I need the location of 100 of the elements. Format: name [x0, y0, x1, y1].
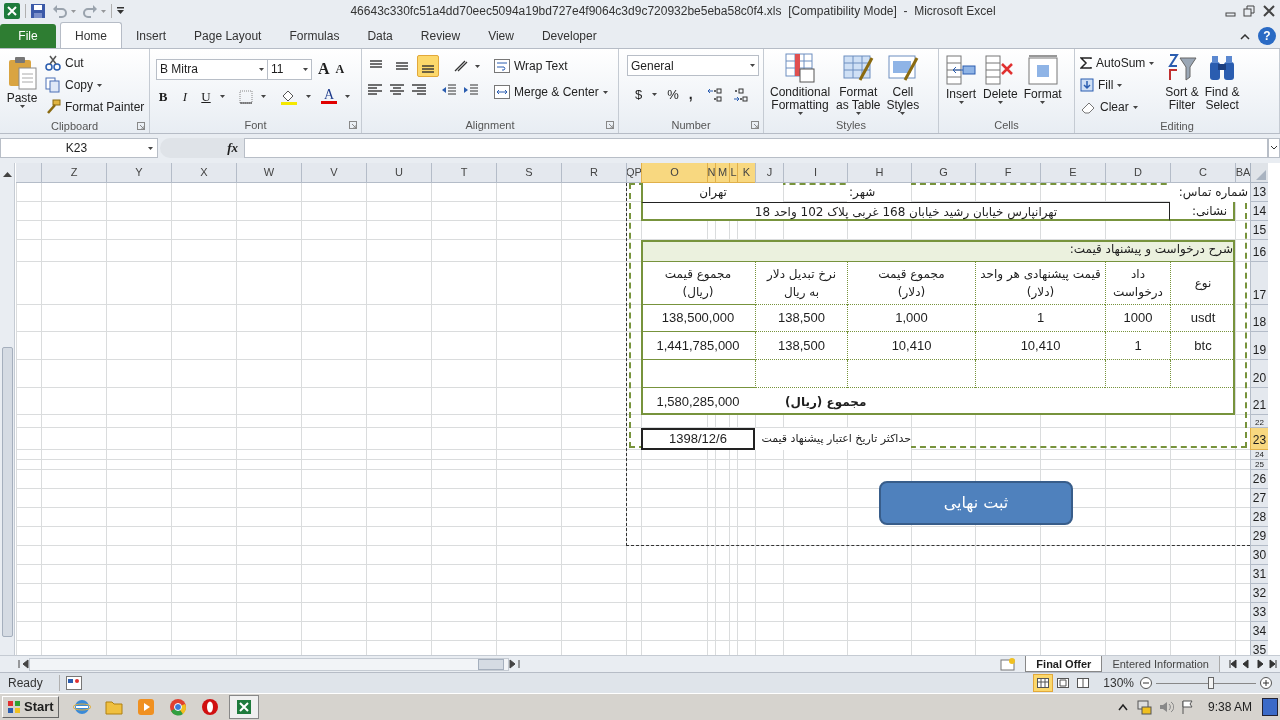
row-header[interactable]: 34	[1250, 622, 1268, 641]
number-format-field[interactable]: General	[627, 55, 759, 76]
copy-button[interactable]: Copy	[43, 74, 147, 96]
cells-button[interactable]: Insert	[942, 54, 980, 104]
fill-button[interactable]: Fill	[1078, 74, 1157, 96]
styles-button[interactable]: Cell Styles	[883, 52, 923, 115]
find-select-button[interactable]: Find & Select	[1201, 52, 1243, 112]
show-desktop-button[interactable]	[1262, 698, 1278, 716]
customize-toolbar-icon[interactable]	[117, 7, 124, 15]
font-name-field[interactable]: B Mitra	[156, 58, 268, 80]
column-header[interactable]: QP	[626, 163, 641, 183]
column-header[interactable]: G	[911, 163, 975, 183]
ribbon-tab[interactable]: Page Layout	[180, 24, 276, 48]
row-header[interactable]: 23	[1250, 428, 1268, 450]
scroll-right-icon[interactable]	[509, 659, 523, 669]
shrink-font-button[interactable]: A	[335, 60, 345, 78]
zoom-level[interactable]: 130%	[1103, 674, 1134, 692]
font-size-field[interactable]: 11	[268, 58, 312, 80]
column-header[interactable]: I	[783, 163, 847, 183]
column-header[interactable]: Y	[106, 163, 171, 183]
help-button[interactable]: ?	[1258, 27, 1276, 45]
macro-record-icon[interactable]	[65, 676, 82, 690]
percent-button[interactable]: %	[667, 84, 679, 105]
column-header[interactable]: X	[171, 163, 236, 183]
internet-explorer-icon[interactable]	[72, 698, 91, 716]
dialog-launcher-icon[interactable]	[137, 122, 145, 130]
vertical-align-button[interactable]	[417, 55, 439, 77]
column-header[interactable]: M	[715, 163, 729, 183]
horizontal-scrollbar[interactable]	[29, 657, 509, 671]
column-header[interactable]: V	[301, 163, 366, 183]
column-header[interactable]: U	[366, 163, 431, 183]
bold-button[interactable]: B	[156, 87, 170, 107]
sheet-navigation-icon[interactable]	[1228, 659, 1278, 669]
increase-decimal-icon[interactable]	[706, 87, 723, 102]
row-header[interactable]: 30	[1250, 546, 1268, 565]
increase-indent-icon[interactable]	[463, 83, 479, 97]
column-header[interactable]: W	[236, 163, 301, 183]
file-tab[interactable]: File	[0, 24, 56, 48]
zoom-out-icon[interactable]	[1140, 677, 1152, 689]
cells-button[interactable]: Format	[1020, 54, 1065, 104]
borders-icon[interactable]	[239, 89, 253, 104]
column-header[interactable]: J	[755, 163, 783, 183]
cells-button[interactable]: Delete	[980, 54, 1021, 104]
excel-taskbar-button[interactable]	[228, 695, 259, 719]
collapse-ribbon-icon[interactable]	[1240, 34, 1250, 40]
name-box[interactable]: K23	[0, 138, 158, 158]
format-painter-button[interactable]: Format Painter	[43, 96, 147, 118]
vertical-scrollbar[interactable]	[0, 163, 15, 655]
row-header[interactable]: 28	[1250, 508, 1268, 527]
decrease-indent-icon[interactable]	[441, 83, 457, 97]
row-header[interactable]: 33	[1250, 603, 1268, 622]
comma-button[interactable]: ,	[688, 84, 693, 105]
ribbon-tab[interactable]: View	[474, 24, 528, 48]
autosum-button[interactable]: AutoSum	[1078, 52, 1157, 74]
restore-icon[interactable]	[1243, 5, 1255, 17]
network-icon[interactable]	[1135, 699, 1152, 715]
row-header[interactable]: 21	[1250, 388, 1268, 415]
column-header[interactable]: O	[641, 163, 707, 183]
scroll-left-icon[interactable]	[15, 659, 29, 669]
row-header[interactable]: 17	[1250, 262, 1268, 305]
cut-button[interactable]: Cut	[43, 52, 147, 74]
ribbon-tab[interactable]: Insert	[122, 24, 181, 48]
row-header[interactable]: 32	[1250, 584, 1268, 603]
row-header[interactable]: 14	[1250, 202, 1268, 221]
close-icon[interactable]	[1263, 5, 1275, 17]
italic-button[interactable]: I	[178, 87, 192, 107]
zoom-slider-thumb[interactable]	[1208, 677, 1214, 689]
column-header[interactable]: D	[1105, 163, 1170, 183]
wrap-text-button[interactable]: Wrap Text	[492, 55, 610, 77]
zoom-in-icon[interactable]	[1260, 677, 1272, 689]
paste-button[interactable]: Paste	[3, 52, 41, 108]
row-header[interactable]: 26	[1250, 470, 1268, 489]
column-header[interactable]: R	[561, 163, 626, 183]
column-header[interactable]: H	[847, 163, 911, 183]
row-header[interactable]: 18	[1250, 305, 1268, 332]
row-header[interactable]: 15	[1250, 221, 1268, 240]
column-header[interactable]: Z	[41, 163, 106, 183]
formula-input[interactable]	[244, 138, 1268, 158]
opera-icon[interactable]	[200, 698, 219, 716]
currency-button[interactable]: $	[635, 84, 643, 105]
column-header[interactable]: T	[431, 163, 496, 183]
row-header[interactable]: 13	[1250, 183, 1268, 202]
row-header[interactable]: 16	[1250, 240, 1268, 262]
start-button[interactable]: Start	[2, 696, 59, 718]
row-header[interactable]: 22	[1250, 415, 1268, 428]
row-header[interactable]: 19	[1250, 332, 1268, 360]
insert-function-button[interactable]: fx	[227, 138, 238, 158]
column-header[interactable]: K	[737, 163, 755, 183]
ribbon-tab[interactable]: Formulas	[275, 24, 354, 48]
dialog-launcher-icon[interactable]	[349, 121, 357, 129]
column-header[interactable]: C	[1170, 163, 1235, 183]
sheet-tab[interactable]: Entered Information	[1102, 656, 1220, 672]
tray-expand-icon[interactable]	[1117, 702, 1128, 712]
expand-formula-bar-icon[interactable]	[1268, 138, 1280, 158]
selected-cell[interactable]: 1398/12/6	[641, 428, 755, 450]
sort-filter-button[interactable]: Sort & Filter	[1162, 52, 1202, 112]
clear-button[interactable]: Clear	[1078, 96, 1157, 118]
row-header[interactable]: 29	[1250, 527, 1268, 546]
merge-center-button[interactable]: Merge & Center	[492, 81, 610, 103]
styles-button[interactable]: Format as Table	[833, 52, 884, 115]
